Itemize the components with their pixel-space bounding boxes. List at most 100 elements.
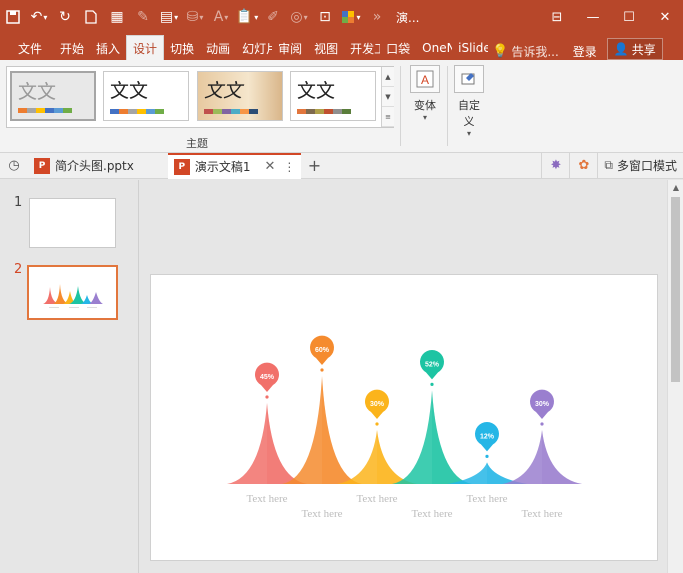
tab-slideshow[interactable]: 幻灯片放映	[236, 36, 272, 60]
powerpoint-icon: P	[34, 157, 50, 174]
theme-office[interactable]: 文文	[10, 71, 96, 121]
theme-color-swatch	[36, 108, 45, 113]
theme-color-swatch	[231, 109, 240, 114]
tab-design[interactable]: 设计	[126, 35, 165, 60]
gallery-down-icon[interactable]: ▼	[382, 87, 394, 107]
maximize-icon[interactable]: ☐	[611, 0, 647, 34]
pin-dot	[540, 422, 544, 426]
scroll-up-icon[interactable]: ▲	[668, 180, 683, 194]
theme-color-swatch	[297, 109, 306, 114]
font-color-icon[interactable]: A	[211, 7, 231, 27]
theme-color-swatch	[222, 109, 231, 114]
pin-dot	[375, 422, 379, 426]
tab-islide[interactable]: iSlide	[452, 36, 488, 60]
gallery-more-icon[interactable]: ≡	[382, 107, 394, 127]
ribbon-tabs: 文件 开始 插入 设计 切换 动画 幻灯片放映 审阅 视图 开发工具 口袋 On…	[0, 34, 683, 60]
multi-window-button[interactable]: ⧉ 多窗口模式	[597, 152, 683, 179]
theme-office-2[interactable]: 文文	[103, 71, 189, 121]
customize-button[interactable]: 自定义 ▾	[449, 65, 489, 138]
effects-icon[interactable]: ✸	[541, 152, 569, 179]
tell-me-label: 告诉我...	[511, 45, 559, 59]
more-vert-icon[interactable]: ⋮	[283, 160, 295, 174]
scroll-thumb[interactable]	[671, 197, 680, 382]
crop-icon[interactable]: ⊡	[315, 7, 335, 27]
slide-thumbnail-2[interactable]	[27, 265, 118, 320]
theme-color-swatch	[155, 109, 164, 114]
align-icon[interactable]: ▤	[159, 7, 179, 27]
theme-color-swatch	[249, 109, 258, 114]
restore-ribbon-icon[interactable]: ⊟	[539, 0, 575, 34]
tab-file[interactable]: 文件	[0, 36, 54, 60]
theme-color-swatch	[204, 109, 213, 114]
caption-text: Text here	[246, 493, 287, 505]
theme-preview-text: 文文	[110, 80, 149, 102]
svg-text:A: A	[421, 73, 429, 87]
vertical-scrollbar[interactable]: ▲	[667, 180, 683, 573]
grid-icon[interactable]: ▦	[107, 7, 127, 27]
pin-dot	[485, 454, 489, 458]
tab-review[interactable]: 审阅	[272, 36, 308, 60]
share-button[interactable]: 👤 共享	[606, 38, 663, 60]
tab-insert[interactable]: 插入	[90, 36, 126, 60]
document-tabs: ◷ P 简介头图.pptx P 演示文稿1 ✕ ⋮ + ✸ ✿ ⧉ 多窗口模式	[0, 152, 683, 179]
theme-color-swatch	[315, 109, 324, 114]
group-divider	[447, 66, 448, 146]
save-icon[interactable]	[3, 7, 23, 27]
slide-thumbnail-1[interactable]	[29, 198, 116, 248]
doc-tab[interactable]: P 简介头图.pptx	[28, 153, 140, 179]
login-link[interactable]: 登录	[573, 43, 597, 60]
theme-preview-text: 文文	[297, 80, 336, 102]
theme-color-swatch	[342, 109, 351, 114]
theme-swatches	[204, 109, 258, 114]
slide-canvas[interactable]: 45% Text here 60% Text here 30% Text here 52% T…	[150, 274, 658, 561]
caption-text: Text here	[466, 493, 507, 505]
chevron-down-icon: ▾	[422, 113, 427, 122]
caption-text: Text here	[521, 508, 562, 520]
slide-number: 1	[14, 195, 23, 210]
mountain-peak-shade	[542, 430, 582, 484]
add-tab-icon[interactable]: +	[301, 156, 327, 175]
theme-color-swatch	[54, 108, 63, 113]
themes-gallery: 文文 文文 文文 文文 ▲ ▼ ≡	[6, 66, 394, 128]
doc-tab-active[interactable]: P 演示文稿1 ✕ ⋮	[167, 152, 302, 179]
theme-orange[interactable]: 文文	[290, 71, 376, 121]
brush-icon[interactable]: ✐	[263, 7, 283, 27]
gallery-scroll[interactable]: ▲ ▼ ≡	[381, 67, 394, 127]
tab-onenote[interactable]: OneNote	[416, 36, 452, 60]
theme-color-swatch	[45, 108, 54, 113]
slide-editor: 45% Text here 60% Text here 30% Text here 52% T…	[140, 180, 667, 573]
fill-icon[interactable]: ⛁	[185, 7, 205, 27]
eyedropper-icon[interactable]: ✎	[133, 7, 153, 27]
theme-swatches	[110, 109, 164, 114]
tab-developer[interactable]: 开发工具	[344, 36, 380, 60]
tab-transitions[interactable]: 切换	[164, 36, 200, 60]
tab-animations[interactable]: 动画	[200, 36, 236, 60]
themes-group-label: 主题	[186, 137, 208, 150]
color-picker-icon[interactable]	[341, 7, 361, 27]
redo-icon[interactable]: ↻	[55, 7, 75, 27]
theme-color-swatch	[306, 109, 315, 114]
close-tab-icon[interactable]: ✕	[265, 159, 276, 174]
close-icon[interactable]: ✕	[647, 0, 683, 34]
minimize-icon[interactable]: —	[575, 0, 611, 34]
chevron-down-icon: ▾	[466, 129, 471, 138]
more-icon[interactable]: »	[367, 7, 387, 27]
caption-text: Text here	[356, 493, 397, 505]
history-icon[interactable]: ◷	[0, 153, 28, 179]
new-file-icon[interactable]	[81, 7, 101, 27]
pin-dot	[320, 368, 324, 372]
gear-icon[interactable]: ✿	[569, 152, 597, 179]
share-label: 共享	[631, 42, 656, 57]
theme-wood[interactable]: 文文	[197, 71, 283, 121]
group-divider	[400, 66, 401, 146]
gallery-up-icon[interactable]: ▲	[382, 67, 394, 87]
undo-icon[interactable]: ↶	[29, 7, 49, 27]
variants-button[interactable]: A 变体 ▾	[405, 65, 445, 122]
paste-icon[interactable]: 📋	[236, 7, 257, 27]
tab-view[interactable]: 视图	[308, 36, 344, 60]
tab-home[interactable]: 开始	[54, 36, 90, 60]
tab-pocket[interactable]: 口袋	[380, 36, 416, 60]
tell-me-box[interactable]: 💡 告诉我...	[492, 43, 559, 60]
theme-color-swatch	[137, 109, 146, 114]
shape-icon[interactable]: ◎	[289, 7, 309, 27]
